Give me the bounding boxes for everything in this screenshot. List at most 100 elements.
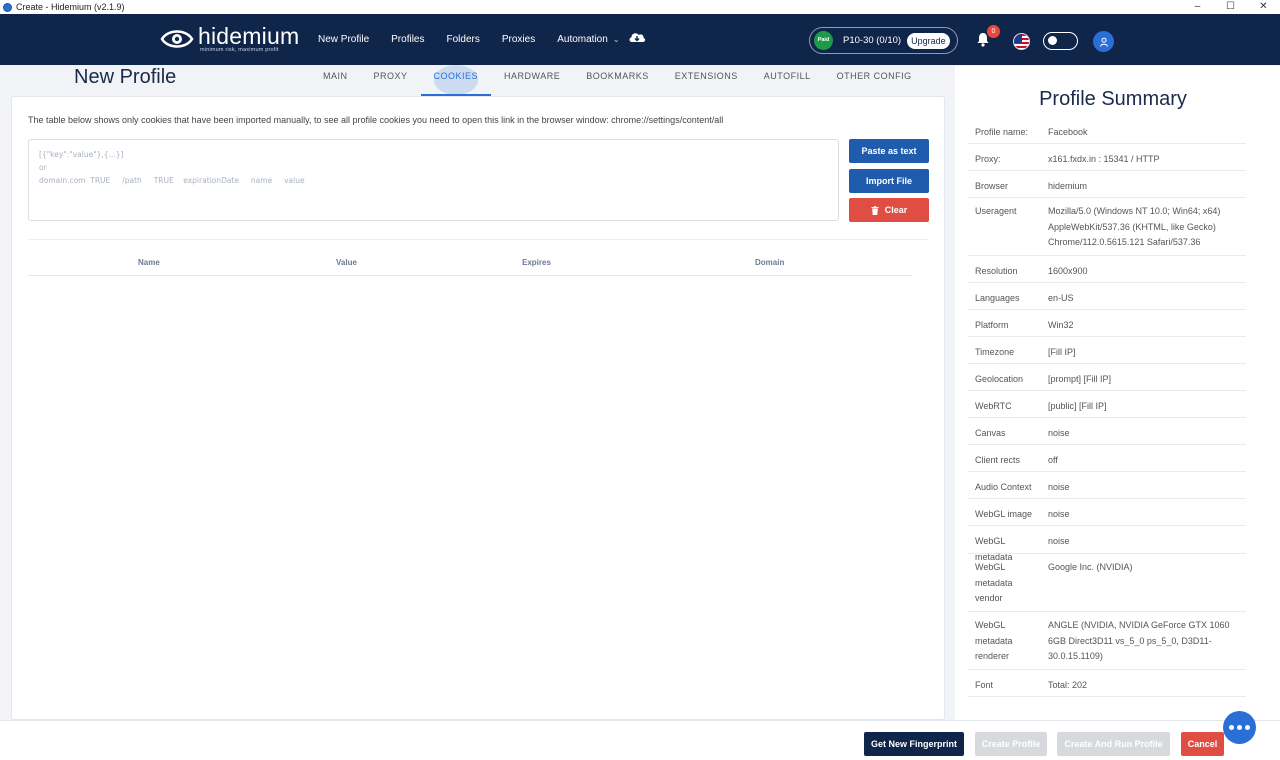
get-new-fingerprint-button[interactable]: Get New Fingerprint — [864, 732, 964, 756]
nav-proxies[interactable]: Proxies — [502, 34, 535, 45]
profile-summary-panel: Profile Summary Profile name: Facebook Pro… — [955, 66, 1280, 720]
summary-row: Audio Context noise — [968, 472, 1246, 499]
summary-row: Languages en-US — [968, 283, 1246, 310]
summary-row: Client rects off — [968, 445, 1246, 472]
paste-as-text-button[interactable]: Paste as text — [849, 139, 929, 163]
summary-row: Geolocation [prompt] [Fill IP] — [968, 364, 1246, 391]
tab-hardware[interactable]: HARDWARE — [491, 66, 573, 96]
summary-value: Google Inc. (NVIDIA) — [1048, 562, 1133, 572]
summary-value: Mozilla/5.0 (Windows NT 10.0; Win64; x64… — [1048, 206, 1221, 248]
summary-value: Facebook — [1048, 127, 1088, 137]
user-icon — [1099, 37, 1108, 47]
brand-name: hidemium — [198, 23, 300, 49]
summary-title: Profile Summary — [1039, 88, 1187, 110]
tab-cookies-label: COOKIES — [433, 71, 479, 81]
chevron-down-icon: ⌄ — [612, 35, 620, 44]
summary-key: Useragent — [975, 206, 1017, 216]
maximize-icon[interactable]: ☐ — [1214, 0, 1247, 14]
summary-row: Platform Win32 — [968, 310, 1246, 337]
nav-profiles[interactable]: Profiles — [391, 34, 424, 45]
import-file-button[interactable]: Import File — [849, 169, 929, 193]
cookies-notice: The table below shows only cookies that … — [28, 115, 724, 125]
summary-row: Font Total: 202 — [968, 670, 1246, 697]
summary-row: Useragent Mozilla/5.0 (Windows NT 10.0; W… — [968, 198, 1246, 256]
summary-key: Proxy: — [975, 154, 1001, 164]
top-navbar: hidemium minimum risk, maximum profit Ne… — [0, 14, 1280, 65]
summary-row: WebRTC [public] [Fill IP] — [968, 391, 1246, 418]
summary-key: WebGL metadata renderer — [975, 620, 1013, 662]
tab-extensions[interactable]: EXTENSIONS — [662, 66, 751, 96]
summary-row: WebGL metadata vendor Google Inc. (NVIDIA… — [968, 554, 1246, 612]
summary-value: Win32 — [1048, 320, 1074, 330]
cookie-textarea[interactable]: [{"key":"value"},{...}] or domain.com TR… — [28, 139, 839, 221]
summary-value: ANGLE (NVIDIA, NVIDIA GeForce GTX 1060 6… — [1048, 620, 1230, 662]
summary-key: Resolution — [975, 266, 1018, 276]
column-value[interactable]: Value — [336, 258, 357, 267]
summary-value: [prompt] [Fill IP] — [1048, 374, 1112, 384]
nav-automation[interactable]: Automation ⌄ — [557, 34, 619, 45]
cloud-download-icon[interactable] — [628, 30, 646, 44]
tab-other-config[interactable]: OTHER CONFIG — [824, 66, 925, 96]
summary-key: WebGL image — [975, 509, 1033, 519]
summary-row: Browser hidemium — [968, 171, 1246, 198]
action-footer: Get New Fingerprint Create Profile Creat… — [0, 720, 1280, 760]
eye-logo-icon — [160, 30, 194, 48]
nav-folders[interactable]: Folders — [447, 34, 480, 45]
summary-row: Proxy: x161.fxdx.in : 15341 / HTTP — [968, 144, 1246, 171]
summary-value: Total: 202 — [1048, 680, 1088, 690]
tab-proxy[interactable]: PROXY — [361, 66, 421, 96]
summary-key: Audio Context — [975, 482, 1032, 492]
create-profile-button[interactable]: Create Profile — [975, 732, 1047, 756]
close-icon[interactable]: ✕ — [1247, 0, 1280, 14]
cookies-table-header: Name Value Expires Domain — [28, 252, 912, 276]
summary-row: Timezone [Fill IP] — [968, 337, 1246, 364]
chat-bubble-icon[interactable] — [1223, 711, 1256, 744]
summary-value: noise — [1048, 482, 1070, 492]
summary-row: Resolution 1600x900 — [968, 256, 1246, 283]
minimize-icon[interactable]: – — [1181, 0, 1214, 14]
summary-key: WebGL metadata vendor — [975, 562, 1013, 604]
cookies-card: The table below shows only cookies that … — [11, 96, 945, 720]
summary-key: Canvas — [975, 428, 1006, 438]
tab-autofill[interactable]: AUTOFILL — [751, 66, 824, 96]
brand-logo[interactable]: hidemium minimum risk, maximum profit — [160, 25, 299, 53]
summary-value: noise — [1048, 428, 1070, 438]
plan-pill: Paid P10-30 (0/10) Upgrade — [809, 27, 958, 54]
summary-key: Client rects — [975, 455, 1021, 465]
notification-count: 0 — [987, 25, 1000, 38]
summary-value: en-US — [1048, 293, 1074, 303]
summary-value: hidemium — [1048, 181, 1088, 191]
summary-value: [Fill IP] — [1048, 347, 1076, 357]
tab-cookies[interactable]: COOKIES — [420, 65, 492, 96]
window-controls: – ☐ ✕ — [1181, 0, 1280, 14]
summary-value: x161.fxdx.in : 15341 / HTTP — [1048, 154, 1160, 164]
window-title: Create - Hidemium (v2.1.9) — [16, 2, 125, 12]
column-expires[interactable]: Expires — [522, 258, 551, 267]
summary-value: noise — [1048, 536, 1070, 546]
column-domain[interactable]: Domain — [755, 258, 784, 267]
tab-main[interactable]: MAIN — [310, 66, 361, 96]
summary-key: Timezone — [975, 347, 1015, 357]
clear-label: Clear — [884, 205, 908, 215]
summary-key: Font — [975, 680, 994, 690]
summary-value: 1600x900 — [1048, 266, 1088, 276]
theme-toggle[interactable] — [1043, 32, 1078, 50]
column-name[interactable]: Name — [138, 258, 160, 267]
create-and-run-profile-button[interactable]: Create And Run Profile — [1057, 732, 1170, 756]
user-avatar[interactable] — [1093, 31, 1114, 52]
summary-row: WebGL metadata noise — [968, 526, 1246, 562]
section-divider — [28, 239, 928, 240]
cancel-button[interactable]: Cancel — [1181, 732, 1224, 756]
nav-new-profile[interactable]: New Profile — [318, 34, 369, 45]
main-nav: New Profile Profiles Folders Proxies Aut… — [318, 14, 642, 65]
us-flag-icon[interactable] — [1013, 33, 1030, 50]
summary-key: Geolocation — [975, 374, 1024, 384]
app-icon — [3, 2, 12, 12]
placeholder-line: [{"key":"value"},{...}] — [39, 150, 124, 159]
tab-bookmarks[interactable]: BOOKMARKS — [573, 66, 662, 96]
summary-value: [public] [Fill IP] — [1048, 401, 1107, 411]
page-title: New Profile — [74, 66, 177, 88]
upgrade-button[interactable]: Upgrade — [907, 32, 950, 49]
summary-key: Browser — [975, 181, 1009, 191]
clear-button[interactable]: Clear — [849, 198, 929, 222]
